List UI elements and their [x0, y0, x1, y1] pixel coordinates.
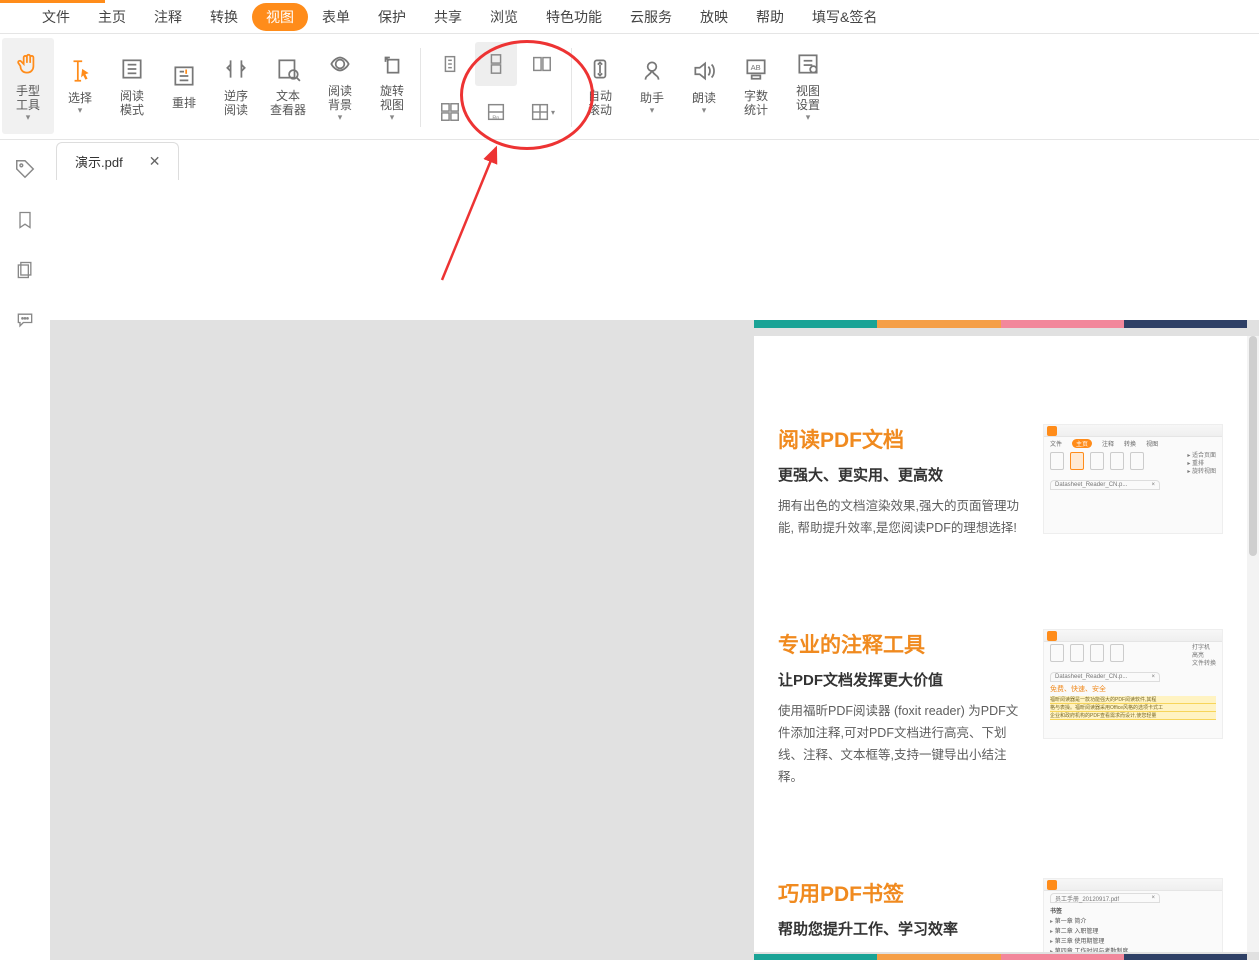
section-thumb: 打字机高亮文件转换Datasheet_Reader_CN.p...×免费、快速、…: [1043, 629, 1223, 739]
text-viewer-icon: [274, 55, 302, 83]
rotate-view-icon: [378, 50, 406, 78]
layout-continuous[interactable]: [475, 42, 517, 86]
read-aloud-icon: [690, 57, 718, 85]
view-settings-icon: [794, 50, 822, 78]
chevron-down-icon: ▾: [26, 112, 31, 123]
ribbon-label: 朗读: [692, 91, 716, 105]
menu-特色功能[interactable]: 特色功能: [532, 1, 616, 33]
ribbon-label: 文本 查看器: [270, 89, 306, 117]
chevron-down-icon: ▾: [650, 105, 655, 116]
layout-single-page[interactable]: [429, 42, 471, 86]
ribbon-hand-tool[interactable]: 手型 工具▾: [2, 38, 54, 134]
chevron-down-icon: ▾: [78, 105, 83, 116]
ribbon-select[interactable]: 选择▾: [54, 38, 106, 134]
section-title: 巧用PDF书签: [778, 878, 1027, 908]
chevron-down-icon: ▾: [702, 105, 707, 116]
layout-facing-cont[interactable]: [429, 90, 471, 134]
bookmark-icon[interactable]: [15, 210, 35, 230]
menu-视图[interactable]: 视图: [252, 3, 308, 31]
ribbon-read-bg[interactable]: 阅读 背景▾: [314, 38, 366, 134]
ribbon-label: 助手: [640, 91, 664, 105]
ribbon-assistant[interactable]: 助手▾: [626, 38, 678, 134]
menu-填写&签名[interactable]: 填写&签名: [798, 1, 891, 33]
ribbon-text-viewer[interactable]: 文本 查看器: [262, 38, 314, 134]
menu-浏览[interactable]: 浏览: [476, 1, 532, 33]
ribbon-label: 字数 统计: [744, 89, 768, 117]
menu-共享[interactable]: 共享: [420, 1, 476, 33]
menu-转换[interactable]: 转换: [196, 1, 252, 33]
section-title: 专业的注释工具: [778, 629, 1027, 659]
page-rule-top: [754, 320, 1247, 328]
hand-tool-icon: [14, 50, 42, 78]
doc-section: 巧用PDF书签帮助您提升工作、学习效率为PDF页面添加书签,除了实现内容的快速导…: [778, 878, 1223, 952]
workarea: ▶ 阅读PDF文档更强大、更实用、更高效拥有出色的文档渲染效果,强大的页面管理功…: [0, 140, 1259, 960]
menu-云服务[interactable]: 云服务: [616, 1, 686, 33]
section-title: 阅读PDF文档: [778, 424, 1027, 454]
layout-split-h[interactable]: Rn: [475, 90, 517, 134]
section-subtitle: 帮助您提升工作、学习效率: [778, 918, 1027, 939]
ribbon-label: 重排: [172, 96, 196, 110]
menu-文件[interactable]: 文件: [28, 1, 84, 33]
reverse-read-icon: [222, 55, 250, 83]
ribbon-read-mode[interactable]: 阅读 模式: [106, 38, 158, 134]
select-icon: [66, 57, 94, 85]
section-thumb: 员工手册_20120917.pdf×书签第一章 简介第二章 入职管理第三章 使用…: [1043, 878, 1223, 952]
scrollbar[interactable]: [1247, 336, 1259, 952]
reflow-icon: [170, 62, 198, 90]
ribbon-rotate-view[interactable]: 旋转 视图▾: [366, 38, 418, 134]
auto-scroll-icon: [586, 55, 614, 83]
comment-icon[interactable]: [15, 310, 35, 330]
layout-split-grid[interactable]: ▾: [521, 90, 563, 134]
assistant-icon: [638, 57, 666, 85]
ribbon-auto-scroll[interactable]: 自动 滚动: [574, 38, 626, 134]
ribbon-label: 视图 设置: [796, 84, 820, 112]
section-body: 拥有出色的文档渲染效果,强大的页面管理功能, 帮助提升效率,是您阅读PDF的理想…: [778, 495, 1027, 539]
page: 阅读PDF文档更强大、更实用、更高效拥有出色的文档渲染效果,强大的页面管理功能,…: [754, 336, 1247, 952]
ribbon-reverse-read[interactable]: 逆序 阅读: [210, 38, 262, 134]
menu-放映[interactable]: 放映: [686, 1, 742, 33]
ribbon-label: 旋转 视图: [380, 84, 404, 112]
menu-主页[interactable]: 主页: [84, 1, 140, 33]
ribbon-label: 自动 滚动: [588, 89, 612, 117]
tag-icon[interactable]: [14, 158, 36, 180]
page-rule-bottom: [754, 954, 1247, 960]
menu-bar: 文件主页注释转换视图表单保护共享浏览特色功能云服务放映帮助填写&签名: [0, 0, 1259, 34]
left-rail: [0, 140, 50, 960]
section-body: 使用福昕PDF阅读器 (foxit reader) 为PDF文件添加注释,可对P…: [778, 700, 1027, 788]
ribbon-label: 逆序 阅读: [224, 89, 248, 117]
menu-注释[interactable]: 注释: [140, 1, 196, 33]
pages-icon[interactable]: [15, 260, 35, 280]
chevron-down-icon: ▾: [390, 112, 395, 123]
layout-facing[interactable]: [521, 42, 563, 86]
chevron-down-icon: ▾: [806, 112, 811, 123]
doc-section: 专业的注释工具让PDF文档发挥更大价值使用福昕PDF阅读器 (foxit rea…: [778, 629, 1223, 788]
ribbon: 手型 工具▾选择▾阅读 模式重排逆序 阅读文本 查看器阅读 背景▾旋转 视图▾R…: [0, 34, 1259, 140]
document-canvas[interactable]: 阅读PDF文档更强大、更实用、更高效拥有出色的文档渲染效果,强大的页面管理功能,…: [50, 320, 1259, 960]
read-bg-icon: [326, 50, 354, 78]
ribbon-read-aloud[interactable]: 朗读▾: [678, 38, 730, 134]
word-count-icon: AB: [742, 55, 770, 83]
svg-text:AB: AB: [751, 63, 761, 72]
section-subtitle: 让PDF文档发挥更大价值: [778, 669, 1027, 690]
ribbon-label: 手型 工具: [16, 84, 40, 112]
read-mode-icon: [118, 55, 146, 83]
menu-保护[interactable]: 保护: [364, 1, 420, 33]
menu-表单[interactable]: 表单: [308, 1, 364, 33]
section-body: 为PDF页面添加书签,除了实现内容的快速导航, 书签还能指明不同书签的层级关系,…: [778, 949, 1027, 952]
ribbon-reflow[interactable]: 重排: [158, 38, 210, 134]
section-thumb: 文件主页注释转换视图▸ 适合页面▸ 重排▸ 旋转视图Datasheet_Read…: [1043, 424, 1223, 534]
ribbon-view-settings[interactable]: 视图 设置▾: [782, 38, 834, 134]
section-subtitle: 更强大、更实用、更高效: [778, 464, 1027, 485]
scrollbar-thumb[interactable]: [1249, 336, 1257, 556]
ribbon-label: 阅读 模式: [120, 89, 144, 117]
chevron-down-icon: ▾: [338, 112, 343, 123]
ribbon-label: 选择: [68, 91, 92, 105]
page-layout-grid: Rn ▾: [423, 38, 569, 137]
doc-section: 阅读PDF文档更强大、更实用、更高效拥有出色的文档渲染效果,强大的页面管理功能,…: [778, 424, 1223, 539]
svg-text:Rn: Rn: [492, 115, 499, 121]
ribbon-word-count[interactable]: AB 字数 统计: [730, 38, 782, 134]
menu-帮助[interactable]: 帮助: [742, 1, 798, 33]
ribbon-label: 阅读 背景: [328, 84, 352, 112]
